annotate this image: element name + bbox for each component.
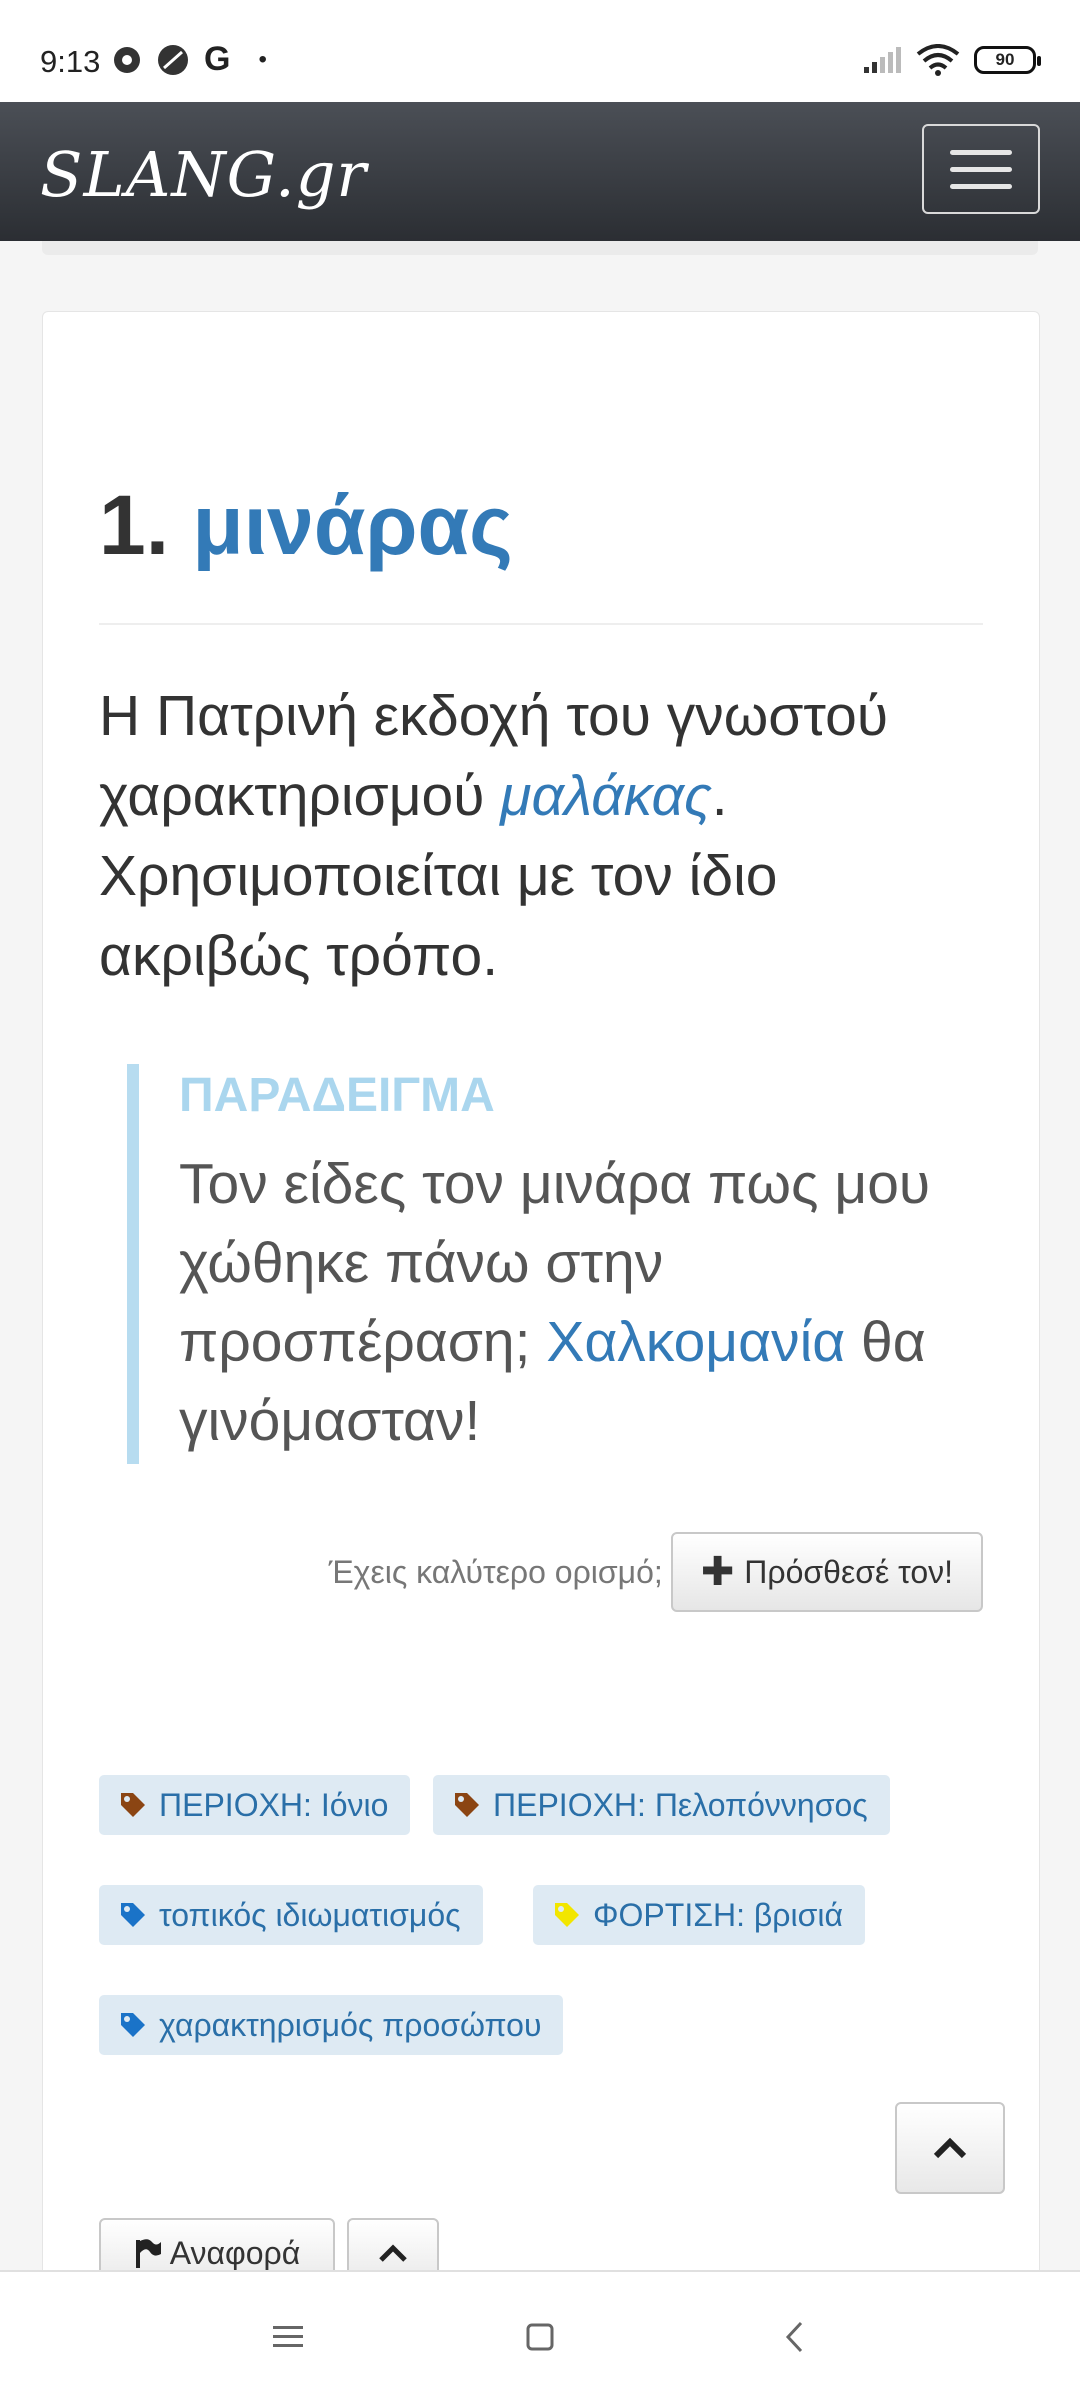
tag-icon — [555, 1903, 579, 1927]
site-logo[interactable]: SLANG.gr — [40, 138, 367, 211]
flag-icon — [135, 2239, 161, 2268]
recent-apps-button[interactable] — [263, 2312, 313, 2362]
tag-shape — [121, 1793, 145, 1817]
signal-icon — [864, 47, 901, 73]
hamburger-icon — [950, 149, 1012, 155]
entry-title: 1. μινάρας — [99, 477, 513, 574]
tag-item[interactable]: χαρακτηρισμός προσώπου — [99, 1995, 564, 2055]
plus-icon: ✚ — [700, 1550, 735, 1594]
tag-label: ΠΕΡΙΟΧΗ: Πελοπόννησος — [493, 1786, 868, 1823]
divider — [99, 623, 983, 625]
circle-icon — [158, 44, 188, 75]
chevron-up-icon — [379, 2244, 407, 2262]
definition-part1: Η Πατρινή εκδοχή του γνωστού χαρακτηρισμ… — [99, 684, 889, 828]
google-g-icon: G — [204, 40, 231, 78]
menu-icon — [273, 2326, 303, 2347]
better-definition-row: Έχεις καλύτερο ορισμό; ✚ Πρόσθεσέ τον! — [99, 1530, 983, 1614]
definition-link[interactable]: μαλάκας — [500, 764, 712, 828]
entry-word-link[interactable]: μινάρας — [192, 478, 512, 572]
tag-label: τοπικός ιδιωματισμός — [159, 1896, 461, 1933]
better-definition-label: Έχεις καλύτερο ορισμό; — [328, 1553, 663, 1590]
tag-icon — [121, 1793, 145, 1817]
hamburger-line — [950, 183, 1012, 189]
hamburger-line — [950, 166, 1012, 172]
dot-icon: • — [258, 45, 267, 73]
wifi-icon — [916, 44, 960, 76]
add-definition-label: Πρόσθεσέ τον! — [744, 1553, 953, 1590]
example-link[interactable]: Χαλκομανία — [546, 1310, 845, 1374]
add-definition-button[interactable]: ✚ Πρόσθεσέ τον! — [670, 1532, 983, 1612]
tag-icon — [455, 1793, 479, 1817]
example-text: Τον είδες τον μινάρα πως μου χώθηκε πάνω… — [179, 1145, 983, 1461]
status-system-icons: 90 — [862, 44, 1041, 76]
top-strip — [42, 241, 1038, 255]
definition-text: Η Πατρινή εκδοχή του γνωστού χαρακτηρισμ… — [99, 676, 999, 996]
chrome-icon — [114, 46, 140, 73]
back-button[interactable] — [770, 2312, 820, 2362]
system-navigation-bar — [0, 2270, 1080, 2400]
tag-label: ΦΟΡΤΙΣΗ: βρισιά — [593, 1896, 843, 1933]
tag-item[interactable]: ΦΟΡΤΙΣΗ: βρισιά — [533, 1885, 865, 1945]
example-label: ΠΑΡΑΔΕΙΓΜΑ — [179, 1069, 495, 1122]
chevron-left-icon — [785, 2321, 803, 2353]
report-label: Αναφορά — [169, 2234, 301, 2271]
navbar: SLANG.gr — [0, 102, 1080, 241]
status-notification-icons: G • — [112, 40, 267, 79]
tag-item[interactable]: ΠΕΡΙΟΧΗ: Ιόνιο — [99, 1775, 411, 1835]
entry-number: 1. — [99, 478, 170, 572]
tag-icon — [121, 1903, 145, 1927]
example-block: ΠΑΡΑΔΕΙΓΜΑ Τον είδες τον μινάρα πως μου … — [127, 1064, 983, 1464]
tag-label: χαρακτηρισμός προσώπου — [159, 2006, 542, 2043]
tag-item[interactable]: ΠΕΡΙΟΧΗ: Πελοπόννησος — [433, 1775, 890, 1835]
square-icon — [526, 2323, 554, 2351]
chevron-up-icon — [933, 2137, 967, 2159]
scroll-to-top-button[interactable] — [895, 2102, 1005, 2194]
tag-icon — [121, 2013, 145, 2037]
tag-label: ΠΕΡΙΟΧΗ: Ιόνιο — [159, 1786, 389, 1823]
battery-icon: 90 — [974, 46, 1041, 74]
definition-card: 1. μινάρας Η Πατρινή εκδοχή του γνωστού … — [42, 311, 1040, 2313]
home-button[interactable] — [515, 2312, 565, 2362]
status-bar: 9:13 G • 90 — [0, 0, 1080, 102]
tag-item[interactable]: τοπικός ιδιωματισμός — [99, 1885, 483, 1945]
status-time: 9:13 — [40, 44, 101, 79]
menu-toggle-button[interactable] — [922, 124, 1040, 214]
